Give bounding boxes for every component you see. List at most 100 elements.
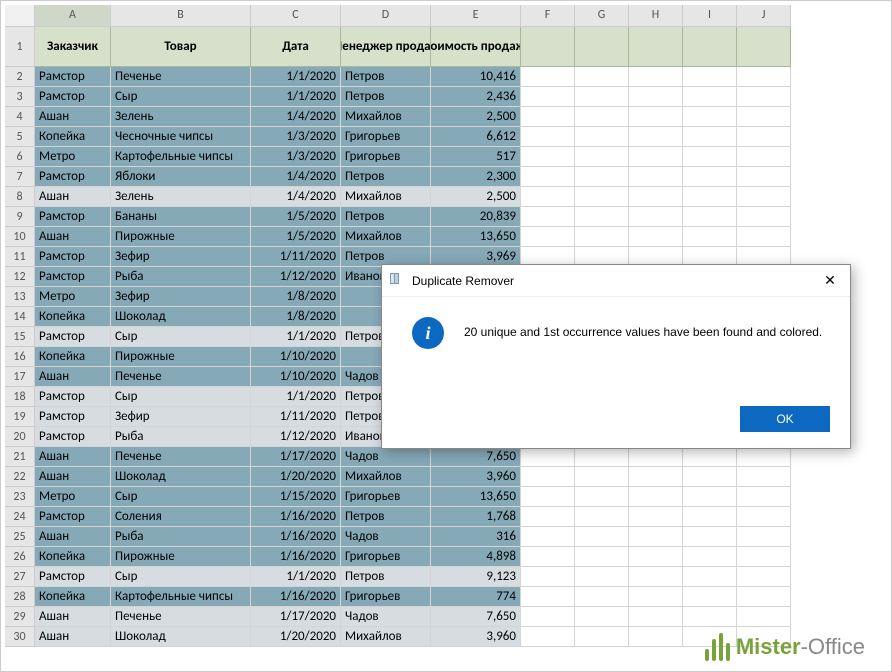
empty-cell[interactable] [521, 67, 575, 87]
cell-product[interactable]: Рыба [111, 427, 251, 447]
cell-manager[interactable]: Петров [341, 207, 431, 227]
empty-cell[interactable] [629, 87, 683, 107]
col-header-A[interactable]: A [35, 5, 111, 27]
empty-cell[interactable] [521, 107, 575, 127]
cell-manager[interactable]: Чадов [341, 607, 431, 627]
empty-cell[interactable] [683, 507, 737, 527]
empty-cell[interactable] [683, 67, 737, 87]
row-header-8[interactable]: 8 [5, 187, 35, 207]
cell-cost[interactable]: 20,839 [431, 207, 521, 227]
col-header-E[interactable]: E [431, 5, 521, 27]
cell-cost[interactable]: 7,650 [431, 607, 521, 627]
empty-cell[interactable] [575, 507, 629, 527]
empty-cell[interactable] [629, 167, 683, 187]
empty-cell[interactable] [629, 187, 683, 207]
cell-customer[interactable]: Копейка [35, 347, 111, 367]
cell-customer[interactable]: Метро [35, 147, 111, 167]
cell-cost[interactable]: 6,612 [431, 127, 521, 147]
cell-date[interactable]: 1/15/2020 [251, 487, 341, 507]
empty-cell[interactable] [737, 167, 791, 187]
empty-cell[interactable] [521, 227, 575, 247]
empty-cell[interactable] [629, 147, 683, 167]
empty-cell[interactable] [683, 147, 737, 167]
row-header-13[interactable]: 13 [5, 287, 35, 307]
empty-cell[interactable] [521, 87, 575, 107]
empty-cell[interactable] [737, 107, 791, 127]
row-header-5[interactable]: 5 [5, 127, 35, 147]
cell-date[interactable]: 1/16/2020 [251, 527, 341, 547]
cell-product[interactable]: Шоколад [111, 307, 251, 327]
empty-cell[interactable] [683, 87, 737, 107]
empty-cell[interactable] [521, 487, 575, 507]
row-header-15[interactable]: 15 [5, 327, 35, 347]
cell-manager[interactable]: Михайлов [341, 227, 431, 247]
cell-customer[interactable]: Рамстор [35, 507, 111, 527]
empty-cell[interactable] [575, 607, 629, 627]
empty-cell[interactable] [629, 467, 683, 487]
cell-cost[interactable]: 316 [431, 527, 521, 547]
cell-cost[interactable]: 1,768 [431, 507, 521, 527]
cell-date[interactable]: 1/8/2020 [251, 287, 341, 307]
empty-cell[interactable] [629, 487, 683, 507]
row-header-1[interactable]: 1 [5, 27, 35, 67]
cell-manager[interactable]: Михайлов [341, 107, 431, 127]
cell-product[interactable]: Шоколад [111, 467, 251, 487]
row-header-28[interactable]: 28 [5, 587, 35, 607]
empty-cell[interactable] [683, 27, 737, 67]
empty-cell[interactable] [629, 67, 683, 87]
empty-cell[interactable] [575, 447, 629, 467]
cell-product[interactable]: Печенье [111, 67, 251, 87]
empty-cell[interactable] [737, 547, 791, 567]
table-header-C[interactable]: Дата [251, 27, 341, 67]
empty-cell[interactable] [683, 467, 737, 487]
empty-cell[interactable] [737, 447, 791, 467]
cell-product[interactable]: Печенье [111, 607, 251, 627]
cell-cost[interactable]: 9,123 [431, 567, 521, 587]
empty-cell[interactable] [521, 527, 575, 547]
cell-manager[interactable]: Петров [341, 67, 431, 87]
empty-cell[interactable] [521, 547, 575, 567]
empty-cell[interactable] [737, 527, 791, 547]
cell-customer[interactable]: Ашан [35, 367, 111, 387]
cell-product[interactable]: Шоколад [111, 627, 251, 647]
col-header-C[interactable]: C [251, 5, 341, 27]
row-header-18[interactable]: 18 [5, 387, 35, 407]
cell-date[interactable]: 1/3/2020 [251, 147, 341, 167]
cell-date[interactable]: 1/10/2020 [251, 347, 341, 367]
cell-manager[interactable]: Григорьев [341, 147, 431, 167]
empty-cell[interactable] [521, 167, 575, 187]
cell-manager[interactable]: Михайлов [341, 627, 431, 647]
cell-customer[interactable]: Рамстор [35, 207, 111, 227]
cell-manager[interactable]: Григорьев [341, 487, 431, 507]
close-icon[interactable]: ✕ [810, 266, 850, 296]
empty-cell[interactable] [521, 607, 575, 627]
col-header-J[interactable]: J [737, 5, 791, 27]
empty-cell[interactable] [629, 127, 683, 147]
empty-cell[interactable] [575, 527, 629, 547]
cell-date[interactable]: 1/3/2020 [251, 127, 341, 147]
empty-cell[interactable] [521, 467, 575, 487]
cell-customer[interactable]: Рамстор [35, 427, 111, 447]
empty-cell[interactable] [683, 567, 737, 587]
empty-cell[interactable] [575, 467, 629, 487]
cell-cost[interactable]: 2,436 [431, 87, 521, 107]
empty-cell[interactable] [575, 147, 629, 167]
cell-manager[interactable]: Петров [341, 507, 431, 527]
cell-customer[interactable]: Рамстор [35, 87, 111, 107]
cell-product[interactable]: Зелень [111, 187, 251, 207]
cell-manager[interactable]: Петров [341, 87, 431, 107]
row-header-25[interactable]: 25 [5, 527, 35, 547]
cell-customer[interactable]: Рамстор [35, 247, 111, 267]
cell-manager[interactable]: Григорьев [341, 127, 431, 147]
row-header-27[interactable]: 27 [5, 567, 35, 587]
cell-product[interactable]: Зефир [111, 247, 251, 267]
cell-cost[interactable]: 2,500 [431, 187, 521, 207]
cell-customer[interactable]: Копейка [35, 307, 111, 327]
cell-date[interactable]: 1/4/2020 [251, 107, 341, 127]
row-header-7[interactable]: 7 [5, 167, 35, 187]
empty-cell[interactable] [737, 127, 791, 147]
empty-cell[interactable] [629, 207, 683, 227]
cell-date[interactable]: 1/11/2020 [251, 407, 341, 427]
cell-date[interactable]: 1/17/2020 [251, 607, 341, 627]
select-all-corner[interactable] [5, 5, 35, 27]
